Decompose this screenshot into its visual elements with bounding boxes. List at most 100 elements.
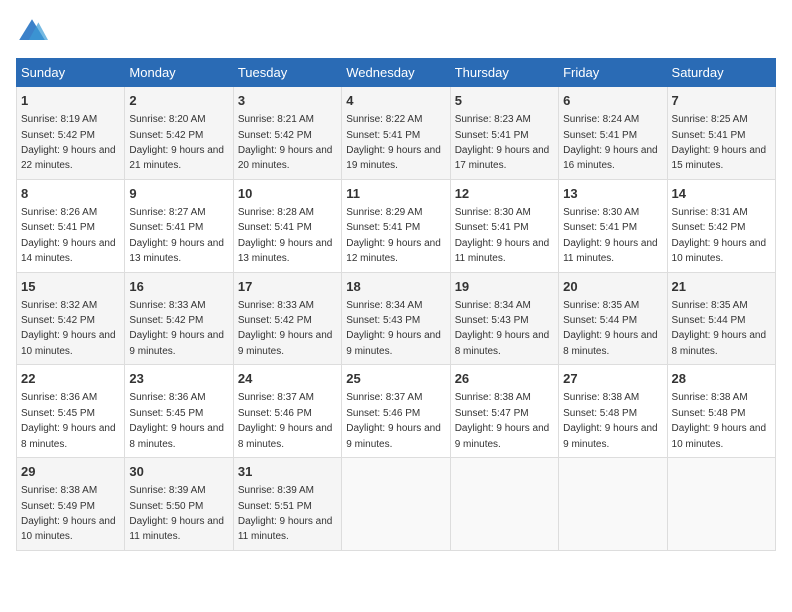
day-info: Sunrise: 8:23 AMSunset: 5:41 PMDaylight:… bbox=[455, 114, 550, 171]
day-number: 4 bbox=[346, 92, 445, 110]
day-number: 17 bbox=[238, 278, 337, 296]
calendar-cell: 10 Sunrise: 8:28 AMSunset: 5:41 PMDaylig… bbox=[233, 179, 341, 272]
calendar-cell: 4 Sunrise: 8:22 AMSunset: 5:41 PMDayligh… bbox=[342, 87, 450, 180]
day-info: Sunrise: 8:33 AMSunset: 5:42 PMDaylight:… bbox=[238, 300, 333, 357]
day-number: 28 bbox=[672, 370, 771, 388]
calendar-cell: 14 Sunrise: 8:31 AMSunset: 5:42 PMDaylig… bbox=[667, 179, 775, 272]
calendar-cell: 23 Sunrise: 8:36 AMSunset: 5:45 PMDaylig… bbox=[125, 365, 233, 458]
day-number: 23 bbox=[129, 370, 228, 388]
calendar-cell: 16 Sunrise: 8:33 AMSunset: 5:42 PMDaylig… bbox=[125, 272, 233, 365]
week-row-2: 8 Sunrise: 8:26 AMSunset: 5:41 PMDayligh… bbox=[17, 179, 776, 272]
calendar-body: 1 Sunrise: 8:19 AMSunset: 5:42 PMDayligh… bbox=[17, 87, 776, 551]
logo bbox=[16, 16, 52, 48]
day-info: Sunrise: 8:22 AMSunset: 5:41 PMDaylight:… bbox=[346, 114, 441, 171]
weekday-thursday: Thursday bbox=[450, 59, 558, 87]
day-number: 19 bbox=[455, 278, 554, 296]
weekday-saturday: Saturday bbox=[667, 59, 775, 87]
calendar-cell: 1 Sunrise: 8:19 AMSunset: 5:42 PMDayligh… bbox=[17, 87, 125, 180]
calendar-cell: 15 Sunrise: 8:32 AMSunset: 5:42 PMDaylig… bbox=[17, 272, 125, 365]
day-info: Sunrise: 8:36 AMSunset: 5:45 PMDaylight:… bbox=[21, 392, 116, 449]
day-info: Sunrise: 8:38 AMSunset: 5:48 PMDaylight:… bbox=[563, 392, 658, 449]
day-number: 11 bbox=[346, 185, 445, 203]
weekday-friday: Friday bbox=[559, 59, 667, 87]
day-number: 10 bbox=[238, 185, 337, 203]
calendar-cell: 28 Sunrise: 8:38 AMSunset: 5:48 PMDaylig… bbox=[667, 365, 775, 458]
day-info: Sunrise: 8:28 AMSunset: 5:41 PMDaylight:… bbox=[238, 207, 333, 264]
calendar-cell: 12 Sunrise: 8:30 AMSunset: 5:41 PMDaylig… bbox=[450, 179, 558, 272]
day-info: Sunrise: 8:37 AMSunset: 5:46 PMDaylight:… bbox=[346, 392, 441, 449]
day-info: Sunrise: 8:29 AMSunset: 5:41 PMDaylight:… bbox=[346, 207, 441, 264]
day-number: 21 bbox=[672, 278, 771, 296]
calendar-table: SundayMondayTuesdayWednesdayThursdayFrid… bbox=[16, 58, 776, 551]
day-number: 1 bbox=[21, 92, 120, 110]
day-number: 18 bbox=[346, 278, 445, 296]
calendar-cell: 20 Sunrise: 8:35 AMSunset: 5:44 PMDaylig… bbox=[559, 272, 667, 365]
logo-icon bbox=[16, 16, 48, 48]
calendar-cell: 6 Sunrise: 8:24 AMSunset: 5:41 PMDayligh… bbox=[559, 87, 667, 180]
day-number: 7 bbox=[672, 92, 771, 110]
day-number: 20 bbox=[563, 278, 662, 296]
day-number: 16 bbox=[129, 278, 228, 296]
day-number: 9 bbox=[129, 185, 228, 203]
day-info: Sunrise: 8:38 AMSunset: 5:47 PMDaylight:… bbox=[455, 392, 550, 449]
day-info: Sunrise: 8:38 AMSunset: 5:48 PMDaylight:… bbox=[672, 392, 767, 449]
day-info: Sunrise: 8:21 AMSunset: 5:42 PMDaylight:… bbox=[238, 114, 333, 171]
calendar-header: SundayMondayTuesdayWednesdayThursdayFrid… bbox=[17, 59, 776, 87]
calendar-cell: 22 Sunrise: 8:36 AMSunset: 5:45 PMDaylig… bbox=[17, 365, 125, 458]
calendar-cell: 3 Sunrise: 8:21 AMSunset: 5:42 PMDayligh… bbox=[233, 87, 341, 180]
calendar-cell: 11 Sunrise: 8:29 AMSunset: 5:41 PMDaylig… bbox=[342, 179, 450, 272]
day-info: Sunrise: 8:20 AMSunset: 5:42 PMDaylight:… bbox=[129, 114, 224, 171]
day-number: 13 bbox=[563, 185, 662, 203]
day-info: Sunrise: 8:35 AMSunset: 5:44 PMDaylight:… bbox=[672, 300, 767, 357]
day-info: Sunrise: 8:30 AMSunset: 5:41 PMDaylight:… bbox=[455, 207, 550, 264]
calendar-cell: 13 Sunrise: 8:30 AMSunset: 5:41 PMDaylig… bbox=[559, 179, 667, 272]
calendar-cell bbox=[667, 458, 775, 551]
calendar-cell: 19 Sunrise: 8:34 AMSunset: 5:43 PMDaylig… bbox=[450, 272, 558, 365]
day-info: Sunrise: 8:38 AMSunset: 5:49 PMDaylight:… bbox=[21, 485, 116, 542]
weekday-sunday: Sunday bbox=[17, 59, 125, 87]
weekday-wednesday: Wednesday bbox=[342, 59, 450, 87]
week-row-1: 1 Sunrise: 8:19 AMSunset: 5:42 PMDayligh… bbox=[17, 87, 776, 180]
day-number: 26 bbox=[455, 370, 554, 388]
week-row-3: 15 Sunrise: 8:32 AMSunset: 5:42 PMDaylig… bbox=[17, 272, 776, 365]
day-number: 31 bbox=[238, 463, 337, 481]
day-number: 6 bbox=[563, 92, 662, 110]
calendar-cell: 21 Sunrise: 8:35 AMSunset: 5:44 PMDaylig… bbox=[667, 272, 775, 365]
calendar-cell: 17 Sunrise: 8:33 AMSunset: 5:42 PMDaylig… bbox=[233, 272, 341, 365]
weekday-header-row: SundayMondayTuesdayWednesdayThursdayFrid… bbox=[17, 59, 776, 87]
day-info: Sunrise: 8:39 AMSunset: 5:50 PMDaylight:… bbox=[129, 485, 224, 542]
page-header bbox=[16, 16, 776, 48]
calendar-cell: 2 Sunrise: 8:20 AMSunset: 5:42 PMDayligh… bbox=[125, 87, 233, 180]
day-info: Sunrise: 8:32 AMSunset: 5:42 PMDaylight:… bbox=[21, 300, 116, 357]
calendar-cell bbox=[450, 458, 558, 551]
calendar-cell: 31 Sunrise: 8:39 AMSunset: 5:51 PMDaylig… bbox=[233, 458, 341, 551]
calendar-cell: 29 Sunrise: 8:38 AMSunset: 5:49 PMDaylig… bbox=[17, 458, 125, 551]
calendar-cell: 24 Sunrise: 8:37 AMSunset: 5:46 PMDaylig… bbox=[233, 365, 341, 458]
week-row-5: 29 Sunrise: 8:38 AMSunset: 5:49 PMDaylig… bbox=[17, 458, 776, 551]
day-info: Sunrise: 8:19 AMSunset: 5:42 PMDaylight:… bbox=[21, 114, 116, 171]
calendar-cell: 25 Sunrise: 8:37 AMSunset: 5:46 PMDaylig… bbox=[342, 365, 450, 458]
day-number: 27 bbox=[563, 370, 662, 388]
day-number: 29 bbox=[21, 463, 120, 481]
weekday-monday: Monday bbox=[125, 59, 233, 87]
day-number: 24 bbox=[238, 370, 337, 388]
calendar-cell bbox=[559, 458, 667, 551]
day-number: 8 bbox=[21, 185, 120, 203]
day-info: Sunrise: 8:35 AMSunset: 5:44 PMDaylight:… bbox=[563, 300, 658, 357]
calendar-cell: 9 Sunrise: 8:27 AMSunset: 5:41 PMDayligh… bbox=[125, 179, 233, 272]
day-number: 14 bbox=[672, 185, 771, 203]
calendar-cell: 5 Sunrise: 8:23 AMSunset: 5:41 PMDayligh… bbox=[450, 87, 558, 180]
day-info: Sunrise: 8:30 AMSunset: 5:41 PMDaylight:… bbox=[563, 207, 658, 264]
day-info: Sunrise: 8:24 AMSunset: 5:41 PMDaylight:… bbox=[563, 114, 658, 171]
calendar-cell: 7 Sunrise: 8:25 AMSunset: 5:41 PMDayligh… bbox=[667, 87, 775, 180]
calendar-cell bbox=[342, 458, 450, 551]
day-number: 30 bbox=[129, 463, 228, 481]
day-info: Sunrise: 8:39 AMSunset: 5:51 PMDaylight:… bbox=[238, 485, 333, 542]
calendar-cell: 27 Sunrise: 8:38 AMSunset: 5:48 PMDaylig… bbox=[559, 365, 667, 458]
calendar-cell: 26 Sunrise: 8:38 AMSunset: 5:47 PMDaylig… bbox=[450, 365, 558, 458]
day-info: Sunrise: 8:26 AMSunset: 5:41 PMDaylight:… bbox=[21, 207, 116, 264]
day-info: Sunrise: 8:34 AMSunset: 5:43 PMDaylight:… bbox=[455, 300, 550, 357]
day-number: 25 bbox=[346, 370, 445, 388]
day-info: Sunrise: 8:37 AMSunset: 5:46 PMDaylight:… bbox=[238, 392, 333, 449]
day-info: Sunrise: 8:27 AMSunset: 5:41 PMDaylight:… bbox=[129, 207, 224, 264]
